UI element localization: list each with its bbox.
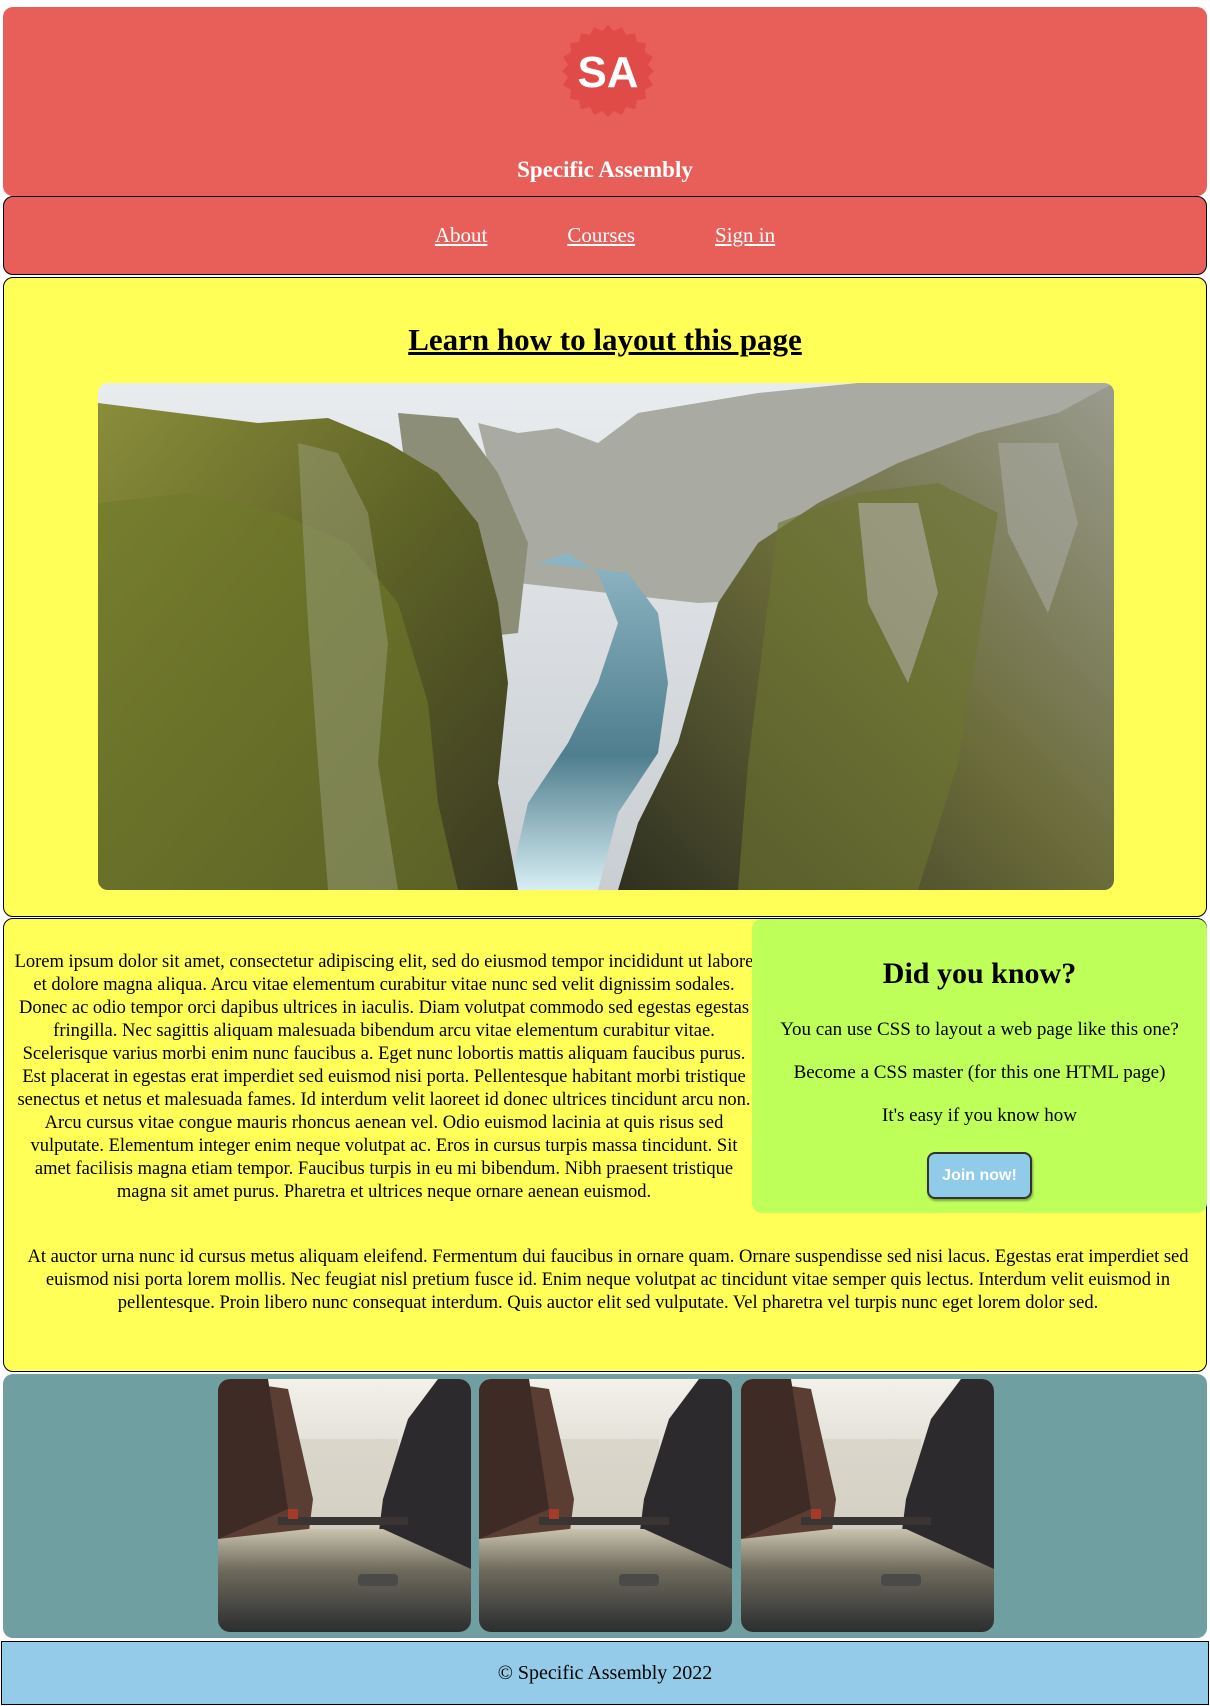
site-header: SA Specific Assembly (3, 7, 1207, 196)
sidebar-line-1: You can use CSS to layout a web page lik… (780, 1019, 1179, 1040)
hero-title: Learn how to layout this page (408, 322, 802, 357)
gallery-section (3, 1374, 1207, 1638)
gallery-image-2 (479, 1379, 732, 1632)
nav-links: About Courses Sign in (4, 197, 1206, 274)
hero-section: Learn how to layout this page (3, 277, 1207, 917)
logo-text: SA (577, 48, 638, 97)
nav-link-courses[interactable]: Courses (567, 223, 635, 248)
join-now-button[interactable]: Join now! (927, 1152, 1032, 1199)
lorem-paragraph-1: Lorem ipsum dolor sit amet, consectetur … (14, 952, 754, 1202)
sidebar-line-2: Become a CSS master (for this one HTML p… (793, 1062, 1166, 1083)
did-you-know-sidebar: Did you know? You can use CSS to layout … (752, 919, 1207, 1213)
lorem-paragraph-2: At auctor urna nunc id cursus metus aliq… (27, 1247, 1189, 1313)
site-footer: © Specific Assembly 2022 (1, 1641, 1209, 1705)
site-title: Specific Assembly (517, 157, 693, 182)
footer-copyright: © Specific Assembly 2022 (497, 1662, 713, 1684)
gallery-image-1 (218, 1379, 471, 1632)
nav-link-about[interactable]: About (435, 223, 488, 248)
sidebar-title: Did you know? (882, 957, 1077, 990)
sidebar-line-3: It's easy if you know how (882, 1105, 1077, 1126)
nav-link-sign-in[interactable]: Sign in (715, 223, 775, 248)
logo[interactable]: SA (560, 23, 656, 119)
hero-canyon-image (98, 383, 1114, 890)
logo-badge-icon: SA (562, 25, 654, 117)
content-section: Lorem ipsum dolor sit amet, consectetur … (3, 918, 1207, 1372)
main-nav: About Courses Sign in (3, 196, 1207, 275)
gallery-image-3 (741, 1379, 994, 1632)
